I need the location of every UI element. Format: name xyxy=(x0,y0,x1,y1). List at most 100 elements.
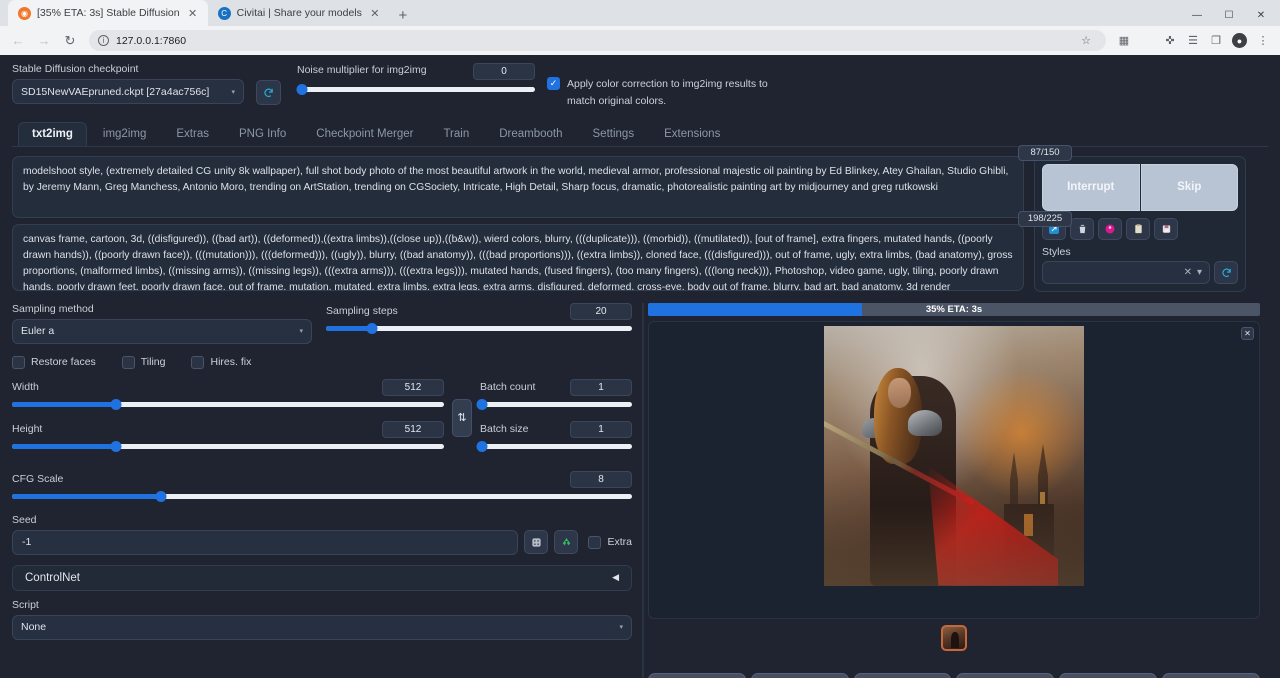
window-close-icon[interactable]: ✕ xyxy=(1246,4,1276,26)
tab-extensions[interactable]: Extensions xyxy=(650,122,734,146)
batch-count-slider[interactable] xyxy=(480,399,632,411)
puzzle-icon[interactable]: ✜ xyxy=(1159,30,1181,52)
hires-fix-checkbox-row[interactable]: Hires. fix xyxy=(191,355,251,369)
kebab-menu-icon[interactable]: ⋮ xyxy=(1252,30,1274,52)
styles-select[interactable]: ✕ ▾ xyxy=(1042,261,1210,284)
slider-knob[interactable] xyxy=(110,441,121,452)
zip-button[interactable]: Zip xyxy=(854,673,952,678)
trash-icon[interactable] xyxy=(1070,218,1094,240)
tab-dreambooth[interactable]: Dreambooth xyxy=(485,122,576,146)
seed-group: Seed -1 Extra xyxy=(12,514,632,555)
noise-value-input[interactable]: 0 xyxy=(473,63,535,80)
slider-knob[interactable] xyxy=(155,491,166,502)
batch-count-input[interactable]: 1 xyxy=(570,379,632,396)
tab-img2img[interactable]: img2img xyxy=(89,122,160,146)
back-icon[interactable]: ← xyxy=(6,29,30,53)
swap-dimensions-icon[interactable]: ⇅ xyxy=(452,399,472,437)
close-icon[interactable]: ✕ xyxy=(1241,327,1254,340)
maximize-icon[interactable]: ☐ xyxy=(1214,4,1244,26)
browser-tab-civitai[interactable]: C Civitai | Share your models ✕ xyxy=(208,0,390,26)
slider-knob[interactable] xyxy=(110,399,121,410)
tab-checkpoint-merger[interactable]: Checkpoint Merger xyxy=(302,122,427,146)
extra-checkbox-row[interactable]: Extra xyxy=(588,535,632,549)
clipboard-icon[interactable] xyxy=(1126,218,1150,240)
profile-avatar-icon[interactable]: ● xyxy=(1232,33,1247,48)
panel-divider[interactable] xyxy=(642,303,644,678)
width-slider[interactable] xyxy=(12,399,444,411)
styles-row: ✕ ▾ xyxy=(1042,261,1238,284)
site-info-icon[interactable]: i xyxy=(98,35,109,46)
browser-omnibar: ← → ↻ i 127.0.0.1:7860 ☆ ▦ ✜ ☰ ❐ ● ⋮ xyxy=(0,26,1280,55)
refresh-checkpoints-button[interactable] xyxy=(256,80,281,105)
interrupt-button[interactable]: Interrupt xyxy=(1042,164,1140,211)
cfg-scale-slider[interactable] xyxy=(12,491,632,503)
close-icon[interactable]: ✕ xyxy=(368,6,382,20)
restore-faces-checkbox[interactable] xyxy=(12,356,25,369)
sidebar-icon[interactable]: ❐ xyxy=(1205,30,1227,52)
sampling-steps-slider[interactable] xyxy=(326,323,632,335)
sampling-method-select[interactable]: Euler a ▾ xyxy=(12,319,312,344)
width-input[interactable]: 512 xyxy=(382,379,444,396)
sampling-method-label: Sampling method xyxy=(12,303,312,315)
dice-icon[interactable] xyxy=(524,530,548,554)
tab-extras[interactable]: Extras xyxy=(162,122,223,146)
open-folder-button[interactable] xyxy=(648,673,746,678)
forward-icon[interactable]: → xyxy=(32,29,56,53)
clear-styles-icon[interactable]: ✕ xyxy=(1184,267,1192,278)
bookmark-star-icon[interactable]: ☆ xyxy=(1075,30,1097,52)
hires-fix-checkbox[interactable] xyxy=(191,356,204,369)
url-input[interactable]: i 127.0.0.1:7860 ☆ xyxy=(89,30,1106,51)
color-correction-group[interactable]: ✓ Apply color correction to img2img resu… xyxy=(547,76,777,110)
tab-train[interactable]: Train xyxy=(429,122,483,146)
generated-image[interactable] xyxy=(824,326,1084,586)
send-to-img2img-button[interactable]: Send to img2img xyxy=(956,673,1054,678)
skip-button[interactable]: Skip xyxy=(1141,164,1239,211)
send-to-inpaint-button[interactable]: Send to inpaint xyxy=(1059,673,1157,678)
slider-knob[interactable] xyxy=(296,84,307,95)
tab-txt2img[interactable]: txt2img xyxy=(18,122,87,146)
batch-size-group: Batch size 1 xyxy=(480,421,632,453)
checkpoint-label: Stable Diffusion checkpoint xyxy=(12,63,244,75)
controlnet-accordion[interactable]: ControlNet ◀ xyxy=(12,565,632,591)
new-tab-button[interactable]: + xyxy=(390,4,416,26)
color-correction-checkbox[interactable]: ✓ xyxy=(547,77,560,90)
height-slider[interactable] xyxy=(12,441,444,453)
cfg-scale-input[interactable]: 8 xyxy=(570,471,632,488)
save-style-icon[interactable] xyxy=(1154,218,1178,240)
slider-knob[interactable] xyxy=(477,399,488,410)
civitai-favicon-icon: C xyxy=(218,7,231,20)
slider-knob[interactable] xyxy=(366,323,377,334)
calculator-icon[interactable]: ▦ xyxy=(1113,30,1135,52)
noise-slider[interactable] xyxy=(297,83,535,95)
tab-png-info[interactable]: PNG Info xyxy=(225,122,300,146)
extension-blue-icon[interactable] xyxy=(1136,30,1158,52)
send-to-extras-button[interactable]: Send to extras xyxy=(1162,673,1260,678)
minimize-icon[interactable]: — xyxy=(1182,4,1212,26)
negative-prompt-input[interactable]: canvas frame, cartoon, 3d, ((disfigured)… xyxy=(12,224,1024,291)
batch-size-slider[interactable] xyxy=(480,441,632,453)
checkpoint-select[interactable]: SD15NewVAEpruned.ckpt [27a4ac756c] ▾ xyxy=(12,79,244,104)
tab-settings[interactable]: Settings xyxy=(579,122,649,146)
list-play-icon[interactable]: ☰ xyxy=(1182,30,1204,52)
tiling-checkbox-row[interactable]: Tiling xyxy=(122,355,166,369)
browser-tab-stable-diffusion[interactable]: ◉ [35% ETA: 3s] Stable Diffusion ✕ xyxy=(8,0,208,26)
extra-checkbox[interactable] xyxy=(588,536,601,549)
script-select[interactable]: None ▾ xyxy=(12,615,632,640)
reload-icon[interactable]: ↻ xyxy=(58,29,82,53)
batch-size-input[interactable]: 1 xyxy=(570,421,632,438)
chevron-down-icon[interactable]: ▾ xyxy=(1197,267,1202,278)
settings-column: Sampling method Euler a ▾ Sampling steps… xyxy=(12,303,638,678)
slider-knob[interactable] xyxy=(477,441,488,452)
save-button[interactable]: Save xyxy=(751,673,849,678)
seed-input[interactable]: -1 xyxy=(12,530,518,555)
sampling-steps-input[interactable]: 20 xyxy=(570,303,632,320)
palette-icon[interactable] xyxy=(1098,218,1122,240)
height-input[interactable]: 512 xyxy=(382,421,444,438)
recycle-icon[interactable] xyxy=(554,530,578,554)
restore-faces-checkbox-row[interactable]: Restore faces xyxy=(12,355,96,369)
refresh-styles-button[interactable] xyxy=(1214,261,1238,284)
result-thumbnail[interactable] xyxy=(941,625,967,651)
positive-prompt-input[interactable]: modelshoot style, (extremely detailed CG… xyxy=(12,156,1024,218)
close-icon[interactable]: ✕ xyxy=(186,6,200,20)
tiling-checkbox[interactable] xyxy=(122,356,135,369)
